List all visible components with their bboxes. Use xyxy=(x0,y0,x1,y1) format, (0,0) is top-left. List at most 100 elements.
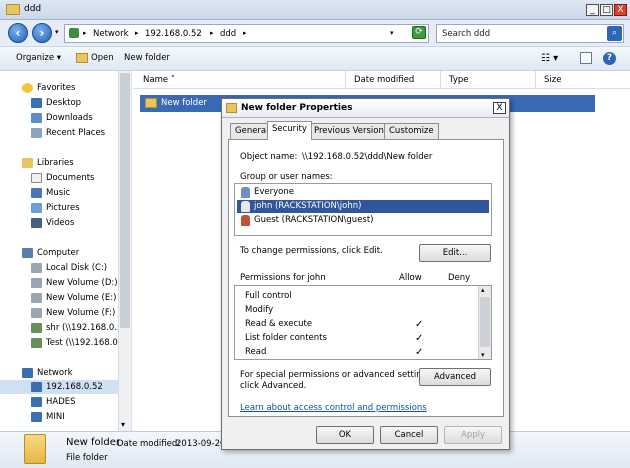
back-button[interactable]: ‹ xyxy=(8,23,28,43)
nav-recent-places[interactable]: Recent Places xyxy=(0,126,118,140)
permissions-scrollbar[interactable]: ▴ ▾ xyxy=(478,286,491,359)
learn-more-link[interactable]: Learn about access control and permissio… xyxy=(240,403,427,413)
nav-volume-e[interactable]: New Volume (E:) xyxy=(0,291,118,305)
allow-check-icon: ✓ xyxy=(415,347,424,358)
address-row: ‹ › ▾ ▸ Network ▸ 192.168.0.52 ▸ ddd ▸ ▾… xyxy=(0,20,630,47)
address-bar[interactable]: ▸ Network ▸ 192.168.0.52 ▸ ddd ▸ ▾ xyxy=(64,24,429,43)
maximize-button[interactable]: □ xyxy=(600,4,613,16)
breadcrumb-ip[interactable]: 192.168.0.52 xyxy=(145,29,202,39)
nav-network[interactable]: Network xyxy=(0,366,118,380)
user-icon xyxy=(241,201,250,212)
nav-share-shr[interactable]: shr (\\192.168.0.5 xyxy=(0,321,122,335)
nav-videos[interactable]: Videos xyxy=(0,216,118,230)
user-row-everyone[interactable]: Everyone xyxy=(237,186,489,199)
search-box[interactable]: Search ddd ⌕ xyxy=(436,24,624,43)
nav-mini[interactable]: MINI xyxy=(0,410,118,424)
recent-pages-dropdown-icon[interactable]: ▾ xyxy=(55,28,59,36)
new-folder-button[interactable]: New folder xyxy=(124,53,170,63)
desktop-icon xyxy=(31,98,42,108)
ok-button[interactable]: OK xyxy=(316,426,374,444)
large-folder-icon xyxy=(24,434,46,464)
deny-header: Deny xyxy=(448,273,471,283)
libraries-icon xyxy=(22,158,33,168)
nav-desktop[interactable]: Desktop xyxy=(0,96,118,110)
forward-button[interactable]: › xyxy=(32,23,52,43)
open-icon xyxy=(76,53,88,63)
computer-icon xyxy=(22,248,33,258)
advanced-button[interactable]: Advanced xyxy=(419,368,491,386)
nav-share-test[interactable]: Test (\\192.168.0. xyxy=(0,336,120,350)
close-window-button[interactable]: X xyxy=(614,4,627,16)
breadcrumb-separator-icon: ▸ xyxy=(243,29,247,37)
navigation-scrollbar[interactable]: ▾ xyxy=(118,71,131,431)
drive-icon xyxy=(31,263,42,273)
nav-local-disk-c[interactable]: Local Disk (C:) xyxy=(0,261,118,275)
properties-dialog: New folder Properties X General Security… xyxy=(221,98,510,450)
column-date-modified[interactable]: Date modified xyxy=(346,71,441,89)
scroll-up-icon[interactable]: ▴ xyxy=(481,286,485,294)
view-options-icon[interactable]: ☷ ▾ xyxy=(541,53,558,64)
scroll-down-icon[interactable]: ▾ xyxy=(121,420,125,429)
permission-row: Modify xyxy=(245,305,274,315)
command-toolbar: Organize ▾ Open New folder ☷ ▾ ? xyxy=(0,47,630,71)
tab-security[interactable]: Security xyxy=(267,121,312,140)
dialog-title-bar: New folder Properties X xyxy=(222,99,509,118)
nav-pictures[interactable]: Pictures xyxy=(0,201,118,215)
help-icon[interactable]: ? xyxy=(603,52,616,65)
folder-icon xyxy=(6,4,20,15)
window-title-bar: ddd _ □ X xyxy=(0,0,630,20)
allow-header: Allow xyxy=(399,273,422,283)
allow-check-icon: ✓ xyxy=(415,333,424,344)
nav-ip-selected[interactable]: 192.168.0.52 xyxy=(0,380,118,394)
nav-libraries[interactable]: Libraries xyxy=(0,156,118,170)
breadcrumb-separator-icon: ▸ xyxy=(135,29,139,37)
column-type[interactable]: Type xyxy=(441,71,536,89)
special-permissions-text: For special permissions or advanced sett… xyxy=(240,370,435,380)
user-row-john[interactable]: john (RACKSTATION\john) xyxy=(237,200,489,213)
group-label: Group or user names: xyxy=(240,172,333,182)
permission-row: List folder contents ✓ xyxy=(245,333,424,344)
nav-documents[interactable]: Documents xyxy=(0,171,118,185)
apply-button[interactable]: Apply xyxy=(444,426,502,444)
user-row-guest[interactable]: Guest (RACKSTATION\guest) xyxy=(237,214,489,227)
breadcrumb-ddd[interactable]: ddd xyxy=(220,29,236,39)
nav-volume-d[interactable]: New Volume (D:) xyxy=(0,276,118,290)
preview-pane-icon[interactable] xyxy=(580,52,592,64)
nav-hades[interactable]: HADES xyxy=(0,395,118,409)
documents-icon xyxy=(31,173,42,183)
tab-previous-versions[interactable]: Previous Versions xyxy=(309,123,394,139)
tab-customize[interactable]: Customize xyxy=(384,123,439,139)
videos-icon xyxy=(31,218,42,228)
drive-icon xyxy=(31,278,42,288)
edit-button[interactable]: Edit... xyxy=(419,244,491,262)
nav-downloads[interactable]: Downloads xyxy=(0,111,118,125)
nav-computer[interactable]: Computer xyxy=(0,246,118,260)
nav-volume-f[interactable]: New Volume (F:) xyxy=(0,306,118,320)
breadcrumb-network[interactable]: Network xyxy=(93,29,129,39)
dialog-close-button[interactable]: X xyxy=(493,102,506,114)
scroll-down-icon[interactable]: ▾ xyxy=(481,351,485,359)
minimize-button[interactable]: _ xyxy=(586,4,599,16)
network-drive-icon xyxy=(31,338,42,348)
details-date-value: 2013-09-20 xyxy=(176,439,226,449)
breadcrumb-separator-icon: ▸ xyxy=(83,29,87,37)
search-icon[interactable]: ⌕ xyxy=(607,26,622,41)
refresh-button[interactable]: ⟳ xyxy=(412,26,426,39)
downloads-icon xyxy=(31,113,42,123)
user-group-icon xyxy=(241,187,250,198)
column-name[interactable]: Name ˄ xyxy=(135,71,346,89)
cancel-button[interactable]: Cancel xyxy=(380,426,438,444)
recent-places-icon xyxy=(31,128,42,138)
address-dropdown-icon[interactable]: ▾ xyxy=(390,29,394,37)
scroll-thumb[interactable] xyxy=(120,73,130,328)
column-header: Name ˄ Date modified Type Size xyxy=(133,71,630,89)
column-size[interactable]: Size xyxy=(536,71,630,89)
search-input[interactable]: Search ddd xyxy=(442,29,490,39)
user-list[interactable]: Everyone john (RACKSTATION\john) Guest (… xyxy=(234,183,492,236)
nav-music[interactable]: Music xyxy=(0,186,118,200)
nav-favorites[interactable]: Favorites xyxy=(0,81,118,95)
organize-button[interactable]: Organize ▾ xyxy=(16,53,61,63)
open-button[interactable]: Open xyxy=(91,53,114,63)
scroll-thumb[interactable] xyxy=(480,297,490,347)
permission-row: Read & execute ✓ xyxy=(245,319,424,330)
